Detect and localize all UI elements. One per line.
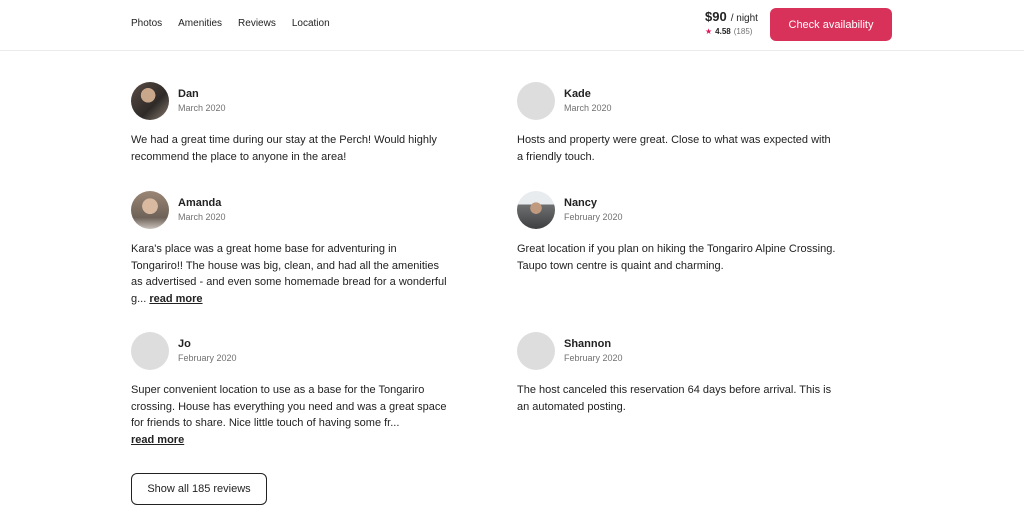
review-card: Nancy February 2020 Great location if yo… (517, 191, 837, 274)
review-date: March 2020 (178, 212, 226, 222)
review-card: Jo February 2020 Super convenient locati… (131, 332, 451, 448)
review-date: February 2020 (178, 353, 237, 363)
review-card: Shannon February 2020 The host canceled … (517, 332, 837, 415)
read-more-link[interactable]: read more (149, 293, 202, 305)
reviewer-name: Kade (564, 88, 591, 100)
rating-value: 4.58 (715, 27, 731, 36)
review-text: Hosts and property were great. Close to … (517, 132, 837, 165)
review-date: March 2020 (564, 103, 612, 113)
review-date: March 2020 (178, 103, 226, 113)
reviewer-name: Shannon (564, 338, 612, 350)
top-bar: Photos Amenities Reviews Location $90 / … (0, 0, 1024, 51)
review-body: Hosts and property were great. Close to … (517, 134, 831, 163)
read-more-link[interactable]: read more (131, 434, 184, 446)
review-card: Kade March 2020 Hosts and property were … (517, 82, 837, 165)
reviewer-name: Jo (178, 338, 191, 350)
avatar[interactable] (131, 82, 169, 120)
avatar[interactable] (517, 191, 555, 229)
price-summary: $90 / night ★ 4.58 (185) (705, 9, 758, 36)
review-body: The host canceled this reservation 64 da… (517, 384, 832, 413)
review-card: Amanda March 2020 Kara's place was a gre… (131, 191, 451, 307)
review-body: We had a great time during our stay at t… (131, 134, 437, 163)
review-date: February 2020 (564, 212, 623, 222)
review-card: Dan March 2020 We had a great time durin… (131, 82, 451, 165)
nav-reviews[interactable]: Reviews (238, 17, 276, 31)
review-date: February 2020 (564, 353, 623, 363)
review-body: Great location if you plan on hiking the… (517, 243, 836, 272)
avatar[interactable] (131, 332, 169, 370)
review-body: Super convenient location to use as a ba… (131, 384, 447, 429)
reviewer-name: Nancy (564, 197, 598, 209)
nav-amenities[interactable]: Amenities (178, 17, 222, 31)
nightly-price: $90 (705, 9, 727, 24)
avatar[interactable] (131, 191, 169, 229)
review-text: The host canceled this reservation 64 da… (517, 382, 837, 415)
nav-photos[interactable]: Photos (131, 17, 162, 31)
reviewer-name: Dan (178, 88, 199, 100)
check-availability-button[interactable]: Check availability (770, 8, 892, 41)
per-night-label: / night (730, 13, 758, 24)
show-all-reviews-button[interactable]: Show all 185 reviews (131, 473, 267, 505)
review-count[interactable]: (185) (734, 27, 753, 36)
nav-location[interactable]: Location (292, 17, 330, 31)
section-nav: Photos Amenities Reviews Location (131, 17, 346, 31)
avatar[interactable] (517, 82, 555, 120)
review-text: Kara's place was a great home base for a… (131, 241, 451, 307)
review-text: We had a great time during our stay at t… (131, 132, 451, 165)
review-text: Super convenient location to use as a ba… (131, 382, 451, 448)
star-icon: ★ (705, 27, 713, 36)
reviewer-name: Amanda (178, 197, 222, 209)
review-text: Great location if you plan on hiking the… (517, 241, 837, 274)
avatar[interactable] (517, 332, 555, 370)
